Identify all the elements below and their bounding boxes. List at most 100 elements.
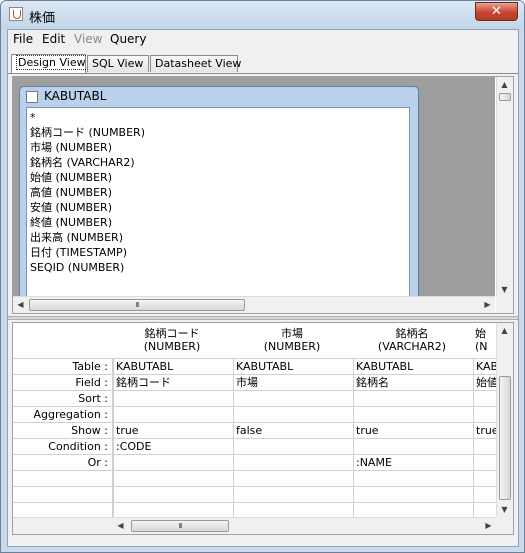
grid-cell[interactable] xyxy=(353,471,473,487)
grid-cell[interactable] xyxy=(473,391,498,407)
field-item[interactable]: 出来高 (NUMBER) xyxy=(30,230,409,245)
tab-sql-view[interactable]: SQL View xyxy=(87,55,149,72)
lower-horizontal-scrollbar[interactable]: ◀ III ▶ xyxy=(13,517,498,534)
grid-cell[interactable] xyxy=(113,407,233,423)
grid-cell[interactable]: 市場 xyxy=(233,375,353,391)
grid-cell[interactable]: KABUTABL xyxy=(233,359,353,375)
grid-cell[interactable] xyxy=(473,487,498,503)
grid-cell[interactable]: true xyxy=(353,423,473,439)
field-item[interactable]: 安値 (NUMBER) xyxy=(30,200,409,215)
client-area: File Edit View Query Design View SQL Vie… xyxy=(7,29,519,547)
grid-cell[interactable]: :CODE xyxy=(113,439,233,455)
field-item[interactable]: 市場 (NUMBER) xyxy=(30,140,409,155)
grid-cell[interactable] xyxy=(473,471,498,487)
grid-cell[interactable] xyxy=(233,439,353,455)
field-item[interactable]: 銘柄コード (NUMBER) xyxy=(30,125,409,140)
grid-cell[interactable] xyxy=(113,391,233,407)
row-label-table: Table : xyxy=(13,359,112,375)
grid-cell[interactable] xyxy=(353,407,473,423)
grid-cell[interactable] xyxy=(473,439,498,455)
field-list: * 銘柄コード (NUMBER) 市場 (NUMBER) 銘柄名 (VARCHA… xyxy=(26,107,410,297)
lower-vertical-scrollbar[interactable]: ▲ ▼ xyxy=(496,323,513,517)
grid-cell[interactable] xyxy=(473,503,498,517)
row-label-aggregation: Aggregation : xyxy=(13,407,112,423)
grid-cell[interactable] xyxy=(233,391,353,407)
grid-cell[interactable] xyxy=(113,487,233,503)
menu-bar: File Edit View Query xyxy=(8,30,518,50)
grid-cell[interactable]: :NAME xyxy=(353,455,473,471)
scroll-right-arrow[interactable]: ▶ xyxy=(481,518,496,533)
field-item[interactable]: 日付 (TIMESTAMP) xyxy=(30,245,409,260)
menu-file[interactable]: File xyxy=(13,32,33,46)
scroll-thumb[interactable]: III xyxy=(29,299,245,311)
column-header-type: (N xyxy=(475,340,488,353)
pane-splitter[interactable] xyxy=(8,316,518,320)
upper-vertical-scrollbar[interactable]: ▲ ▼ xyxy=(496,77,513,297)
grid-cell[interactable] xyxy=(353,391,473,407)
close-button[interactable]: ✕ xyxy=(475,2,518,21)
field-item[interactable]: 終値 (NUMBER) xyxy=(30,215,409,230)
column-header[interactable]: 銘柄名 (VARCHAR2) xyxy=(353,327,471,357)
scroll-corner xyxy=(496,517,513,534)
scroll-right-arrow[interactable]: ▶ xyxy=(480,297,495,312)
grid-cell[interactable]: true xyxy=(473,423,498,439)
scroll-up-arrow[interactable]: ▲ xyxy=(497,77,512,92)
column-header[interactable]: 市場 (NUMBER) xyxy=(233,327,351,357)
grid-cell[interactable] xyxy=(113,455,233,471)
field-item[interactable]: 高値 (NUMBER) xyxy=(30,185,409,200)
grid-cell[interactable] xyxy=(353,439,473,455)
menu-query[interactable]: Query xyxy=(110,32,146,46)
table-design-pane: KABUTABL * 銘柄コード (NUMBER) 市場 (NUMBER) 銘柄… xyxy=(12,76,514,314)
title-bar[interactable]: 株価 ✕ xyxy=(1,1,524,29)
app-window: 株価 ✕ File Edit View Query Design View SQ… xyxy=(0,0,525,553)
scroll-up-arrow[interactable]: ▲ xyxy=(497,323,512,338)
row-label-or: Or : xyxy=(13,455,112,471)
grid-cell[interactable]: KAB xyxy=(473,359,498,375)
grid-cell[interactable]: 銘柄名 xyxy=(353,375,473,391)
tab-design-view[interactable]: Design View xyxy=(11,54,88,73)
grid-cell[interactable] xyxy=(233,455,353,471)
query-grid-pane: 銘柄コード (NUMBER) 市場 (NUMBER) 銘柄名 (VARCHAR2… xyxy=(12,322,514,535)
field-item[interactable]: * xyxy=(30,110,409,125)
column-header-type: (NUMBER) xyxy=(263,340,321,353)
scroll-left-arrow[interactable]: ◀ xyxy=(113,518,128,533)
field-item[interactable]: 銘柄名 (VARCHAR2) xyxy=(30,155,409,170)
grid-cell[interactable]: KABUTABL xyxy=(353,359,473,375)
scroll-left-arrow[interactable]: ◀ xyxy=(13,297,28,312)
grid-cell[interactable] xyxy=(353,487,473,503)
grid-cell[interactable] xyxy=(113,471,233,487)
grid-cell[interactable]: KABUTABL xyxy=(113,359,233,375)
scroll-down-arrow[interactable]: ▼ xyxy=(497,502,512,517)
scroll-down-arrow[interactable]: ▼ xyxy=(497,282,512,297)
scroll-thumb[interactable] xyxy=(499,376,511,500)
field-item[interactable]: 始値 (NUMBER) xyxy=(30,170,409,185)
field-item[interactable]: SEQID (NUMBER) xyxy=(30,260,409,275)
grid-cell[interactable]: true xyxy=(113,423,233,439)
upper-horizontal-scrollbar[interactable]: ◀ III ▶ xyxy=(13,296,495,313)
grid-cell[interactable] xyxy=(473,407,498,423)
grid-cell[interactable] xyxy=(233,503,353,517)
grid-cell[interactable] xyxy=(233,407,353,423)
table-window-kabutabl[interactable]: KABUTABL * 銘柄コード (NUMBER) 市場 (NUMBER) 銘柄… xyxy=(19,86,419,297)
grid-cell[interactable]: 銘柄コード xyxy=(113,375,233,391)
menu-view[interactable]: View xyxy=(74,32,102,46)
menu-edit[interactable]: Edit xyxy=(42,32,65,46)
grid-cell[interactable] xyxy=(113,503,233,517)
grid-cell[interactable]: false xyxy=(233,423,353,439)
column-header-type: (VARCHAR2) xyxy=(377,340,447,353)
grid-cell[interactable]: 始値 xyxy=(473,375,498,391)
table-canvas: KABUTABL * 銘柄コード (NUMBER) 市場 (NUMBER) 銘柄… xyxy=(13,77,495,297)
column-header[interactable]: 始 (N xyxy=(473,327,498,357)
column-header-name: 銘柄名 xyxy=(395,327,429,340)
scroll-thumb[interactable]: III xyxy=(131,520,229,532)
column-header[interactable]: 銘柄コード (NUMBER) xyxy=(113,327,231,357)
table-window-title: KABUTABL xyxy=(44,89,107,103)
grid-cell[interactable] xyxy=(233,471,353,487)
grid-cell[interactable] xyxy=(233,487,353,503)
grid-cell[interactable] xyxy=(353,503,473,517)
scroll-thumb[interactable] xyxy=(499,93,511,101)
column-header-name: 銘柄コード xyxy=(144,327,200,340)
grid-cell[interactable] xyxy=(473,455,498,471)
tab-divider xyxy=(8,73,518,74)
tab-datasheet-view[interactable]: Datasheet View xyxy=(150,55,241,72)
